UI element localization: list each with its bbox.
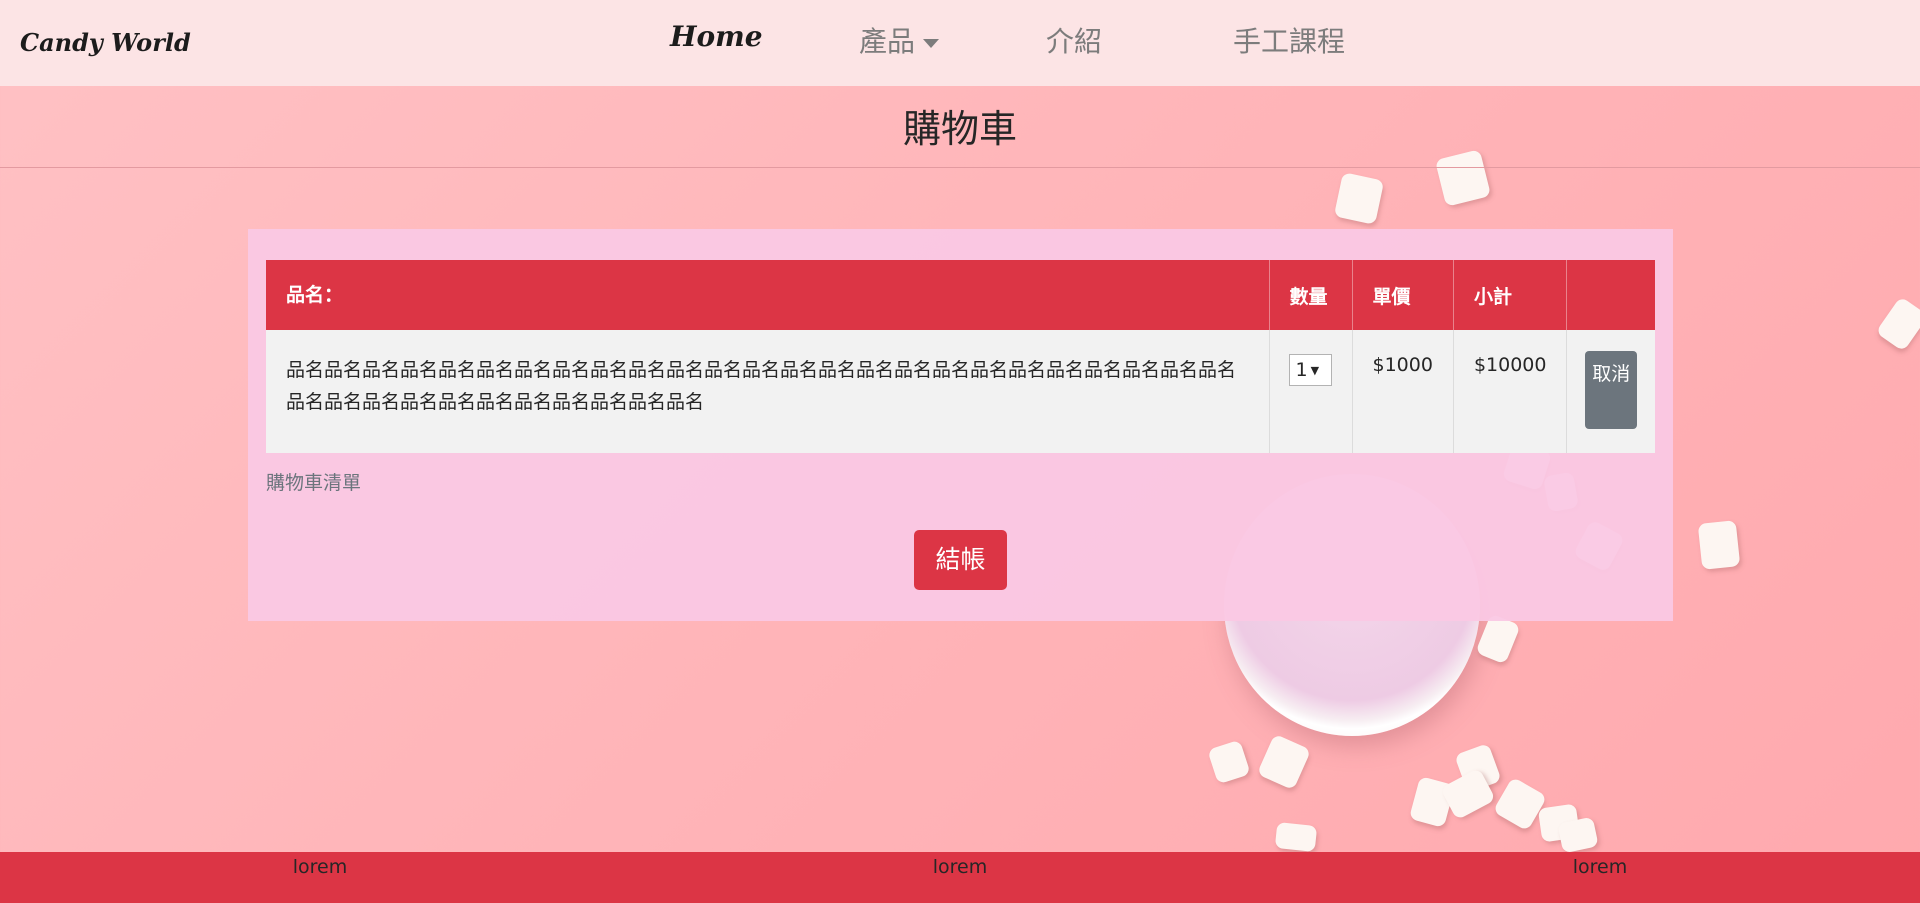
item-subtotal: $10000	[1453, 330, 1568, 453]
footer-item-center: lorem	[932, 856, 988, 878]
header-action	[1566, 260, 1655, 330]
brand-logo[interactable]: Candy World	[20, 28, 191, 57]
table-row: 品名品名品名品名品名品名品名品名品名品名品名品名品名品名品名品名品名品名品名品名…	[266, 330, 1655, 453]
footer-item-left: lorem	[292, 856, 348, 878]
nav-item-home[interactable]: Home	[670, 20, 763, 53]
item-quantity-cell: 1 ▼	[1269, 330, 1353, 453]
top-navbar: Candy World Home 產品 介紹 手工課程	[0, 0, 1920, 86]
item-action-cell: 取消	[1566, 330, 1655, 453]
cart-table-header-row: 品名： 數量 單價 小計	[266, 260, 1655, 330]
caret-down-icon	[923, 38, 940, 48]
page-title: 購物車	[902, 107, 1017, 151]
quantity-select[interactable]: 1 ▼	[1288, 354, 1332, 386]
header-unit-price: 單價	[1352, 260, 1454, 330]
cancel-button[interactable]: 取消	[1585, 351, 1638, 429]
item-unit-price: $1000	[1352, 330, 1454, 453]
table-caption: 購物車清單	[266, 472, 362, 494]
title-divider	[0, 167, 1920, 168]
checkout-button[interactable]: 結帳	[914, 530, 1007, 590]
nav-item-products[interactable]: 產品	[859, 20, 940, 60]
header-name: 品名：	[266, 260, 1270, 330]
item-name: 品名品名品名品名品名品名品名品名品名品名品名品名品名品名品名品名品名品名品名品名…	[266, 330, 1270, 453]
quantity-value: 1	[1295, 359, 1308, 381]
header-quantity: 數量	[1269, 260, 1353, 330]
nav-item-about[interactable]: 介紹	[1046, 20, 1102, 60]
cart-table: 品名： 數量 單價 小計 品名品名品名品名品名品名品名品名品名品名品名品名品名品…	[266, 260, 1655, 453]
dropdown-arrow-icon: ▼	[1310, 364, 1320, 377]
nav-item-handmade-courses[interactable]: 手工課程	[1233, 20, 1345, 60]
header-subtotal: 小計	[1453, 260, 1568, 330]
nav-item-products-label: 產品	[859, 25, 916, 58]
footer: lorem lorem lorem	[0, 852, 1920, 903]
footer-item-right: lorem	[1572, 856, 1628, 878]
cart-panel: 品名： 數量 單價 小計 品名品名品名品名品名品名品名品名品名品名品名品名品名品…	[248, 229, 1673, 621]
